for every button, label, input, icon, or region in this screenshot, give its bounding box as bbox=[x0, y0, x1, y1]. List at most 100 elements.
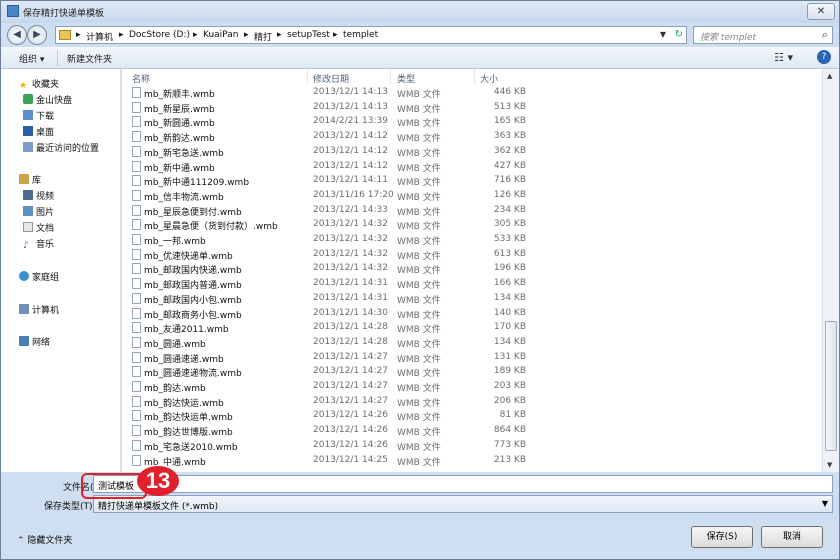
file-icon bbox=[132, 439, 141, 451]
file-row[interactable]: mb_邮政国内普通.wmb 2013/12/1 14:31 WMB 文件 166 KB bbox=[122, 277, 822, 292]
sidebar-favorites[interactable]: ★ 收藏夹 bbox=[19, 77, 59, 91]
cancel-button[interactable]: 取消 bbox=[761, 526, 823, 548]
file-row[interactable]: mb_圆通速递.wmb 2013/12/1 14:27 WMB 文件 131 KB bbox=[122, 351, 822, 366]
column-header-type[interactable]: 类型 bbox=[397, 72, 415, 85]
breadcrumb-setuptest[interactable]: setupTest bbox=[287, 30, 330, 40]
hide-folders-toggle[interactable]: ⌃ 隐藏文件夹 bbox=[17, 533, 72, 546]
sidebar-library[interactable]: 库 bbox=[19, 173, 41, 186]
organize-button[interactable]: 组织 ▾ bbox=[19, 52, 44, 65]
computer-icon bbox=[19, 304, 29, 314]
file-size: 234 KB bbox=[493, 204, 526, 215]
sidebar-item-desktop[interactable]: 桌面 bbox=[23, 125, 54, 138]
column-header-size[interactable]: 大小 bbox=[480, 72, 498, 85]
sidebar-computer[interactable]: 计算机 bbox=[19, 303, 59, 316]
file-row[interactable]: mb_中通.wmb 2013/12/1 14:25 WMB 文件 213 KB bbox=[122, 454, 822, 469]
breadcrumb-computer[interactable]: 计算机 bbox=[86, 30, 113, 43]
file-row[interactable]: mb_邮政国内小包.wmb 2013/12/1 14:31 WMB 文件 134 KB bbox=[122, 292, 822, 307]
document-icon bbox=[23, 222, 33, 232]
file-row[interactable]: mb_新顺丰.wmb 2013/12/1 14:13 WMB 文件 446 KB bbox=[122, 86, 822, 101]
file-row[interactable]: mb_新星辰.wmb 2013/12/1 14:13 WMB 文件 513 KB bbox=[122, 101, 822, 116]
file-row[interactable]: mb_韵达.wmb 2013/12/1 14:27 WMB 文件 203 KB bbox=[122, 380, 822, 395]
breadcrumb-docstore[interactable]: DocStore (D:) bbox=[129, 30, 190, 40]
file-date: 2013/12/1 14:11 bbox=[313, 175, 388, 186]
breadcrumb-templet[interactable]: templet bbox=[343, 30, 378, 40]
address-bar[interactable]: ▸ 计算机 ▸ DocStore (D:) ▸ KuaiPan ▸ 精打 ▸ s… bbox=[55, 26, 687, 44]
file-row[interactable]: mb_优速快递单.wmb 2013/12/1 14:32 WMB 文件 613 KB bbox=[122, 248, 822, 263]
scroll-down-icon[interactable]: ▼ bbox=[827, 461, 832, 469]
breadcrumb-jingda[interactable]: 精打 bbox=[254, 30, 272, 43]
filename-field[interactable]: 测试模板 bbox=[93, 475, 833, 493]
file-size: 362 KB bbox=[493, 145, 526, 156]
file-type: WMB 文件 bbox=[397, 192, 441, 203]
file-icon bbox=[132, 248, 141, 260]
breadcrumb-separator-icon: ▸ bbox=[119, 30, 124, 40]
column-divider[interactable] bbox=[390, 69, 391, 85]
file-date: 2013/12/1 14:27 bbox=[313, 366, 388, 377]
file-row[interactable]: mb_星晨急便（货到付款）.wmb 2013/12/1 14:32 WMB 文件 30… bbox=[122, 218, 822, 233]
sidebar-item-videos[interactable]: 视频 bbox=[23, 189, 54, 202]
file-size: 140 KB bbox=[493, 307, 526, 318]
refresh-icon[interactable]: ↻ bbox=[675, 29, 683, 40]
file-date: 2013/12/1 14:26 bbox=[313, 439, 388, 450]
navigation-bar: ◀ ▶ ▸ 计算机 ▸ DocStore (D:) ▸ KuaiPan ▸ 精打… bbox=[1, 23, 839, 47]
column-divider[interactable] bbox=[474, 69, 475, 85]
file-icon bbox=[132, 292, 141, 304]
column-divider[interactable] bbox=[307, 69, 308, 85]
new-folder-button[interactable]: 新建文件夹 bbox=[67, 52, 112, 65]
scroll-thumb[interactable] bbox=[825, 321, 837, 451]
file-date: 2013/12/1 14:12 bbox=[313, 131, 388, 142]
column-header-date[interactable]: 修改日期 bbox=[313, 72, 349, 85]
file-row[interactable]: mb_韵达世博版.wmb 2013/12/1 14:26 WMB 文件 864 KB bbox=[122, 424, 822, 439]
sidebar-item-documents[interactable]: 文档 bbox=[23, 221, 54, 234]
chevron-down-icon[interactable]: ▼ bbox=[660, 30, 666, 39]
file-row[interactable]: mb_邮政商务小包.wmb 2013/12/1 14:30 WMB 文件 140 KB bbox=[122, 307, 822, 322]
sidebar-item-pictures[interactable]: 图片 bbox=[23, 205, 54, 218]
file-row[interactable]: mb_信丰物流.wmb 2013/11/16 17:20 WMB 文件 126 KB bbox=[122, 189, 822, 204]
sidebar-item-music[interactable]: ♪ 音乐 bbox=[23, 237, 54, 251]
search-icon[interactable]: ⌕ bbox=[822, 28, 828, 42]
file-row[interactable]: mb_友通2011.wmb 2013/12/1 14:28 WMB 文件 170 KB bbox=[122, 321, 822, 336]
file-type: WMB 文件 bbox=[397, 163, 441, 174]
star-icon: ★ bbox=[19, 81, 28, 91]
file-row[interactable]: mb_圆通.wmb 2013/12/1 14:28 WMB 文件 134 KB bbox=[122, 336, 822, 351]
file-date: 2013/12/1 14:12 bbox=[313, 160, 388, 171]
column-header-name[interactable]: 名称 bbox=[132, 72, 150, 85]
back-button[interactable]: ◀ bbox=[7, 25, 27, 45]
vertical-scrollbar[interactable]: ▲ ▼ bbox=[822, 69, 839, 472]
file-row[interactable]: mb_星辰急便到付.wmb 2013/12/1 14:33 WMB 文件 234 KB bbox=[122, 204, 822, 219]
file-row[interactable]: mb_一邦.wmb 2013/12/1 14:32 WMB 文件 533 KB bbox=[122, 233, 822, 248]
file-row[interactable]: mb_韵达快运单.wmb 2013/12/1 14:26 WMB 文件 81 KB bbox=[122, 409, 822, 424]
view-options-icon[interactable]: ☷ ▾ bbox=[774, 51, 793, 64]
file-size: 363 KB bbox=[493, 131, 526, 142]
file-size: 134 KB bbox=[493, 336, 526, 347]
sidebar-homegroup[interactable]: 家庭组 bbox=[19, 270, 59, 283]
file-row[interactable]: mb_邮政国内快递.wmb 2013/12/1 14:32 WMB 文件 196 KB bbox=[122, 262, 822, 277]
file-row[interactable]: mb_韵达快运.wmb 2013/12/1 14:27 WMB 文件 206 KB bbox=[122, 395, 822, 410]
sidebar-item-downloads[interactable]: 下载 bbox=[23, 109, 54, 122]
filetype-select[interactable]: 精打快递单模板文件 (*.wmb) ▼ bbox=[93, 495, 833, 513]
file-row[interactable]: mb_新韵达.wmb 2013/12/1 14:12 WMB 文件 363 KB bbox=[122, 130, 822, 145]
file-date: 2013/12/1 14:30 bbox=[313, 307, 388, 318]
file-icon bbox=[132, 425, 141, 437]
file-icon bbox=[132, 336, 141, 348]
file-row[interactable]: mb_圆通速递物流.wmb 2013/12/1 14:27 WMB 文件 189 KB bbox=[122, 365, 822, 380]
file-row[interactable]: mb_新中通.wmb 2013/12/1 14:12 WMB 文件 427 KB bbox=[122, 160, 822, 175]
save-button[interactable]: 保存(S) bbox=[691, 526, 753, 548]
sidebar-item-recent[interactable]: 最近访问的位置 bbox=[23, 141, 99, 154]
folder-icon bbox=[59, 30, 71, 40]
sidebar-network[interactable]: 网络 bbox=[19, 335, 50, 348]
forward-button[interactable]: ▶ bbox=[27, 25, 47, 45]
file-date: 2013/12/1 14:13 bbox=[313, 101, 388, 112]
file-row[interactable]: mb_新中通111209.wmb 2013/12/1 14:11 WMB 文件 716… bbox=[122, 174, 822, 189]
close-button[interactable]: ✕ bbox=[807, 3, 835, 20]
file-row[interactable]: mb_新圆通.wmb 2014/2/21 13:39 WMB 文件 165 KB bbox=[122, 115, 822, 130]
file-name: mb_新星辰.wmb bbox=[144, 104, 215, 115]
file-row[interactable]: mb_宅急送2010.wmb 2013/12/1 14:26 WMB 文件 773 K… bbox=[122, 439, 822, 454]
scroll-up-icon[interactable]: ▲ bbox=[827, 72, 832, 80]
file-type: WMB 文件 bbox=[397, 207, 441, 218]
breadcrumb-kuaipan[interactable]: KuaiPan bbox=[203, 30, 238, 40]
search-input[interactable]: 搜索 templet ⌕ bbox=[693, 26, 833, 44]
help-icon[interactable]: ? bbox=[817, 50, 831, 64]
sidebar-item-kuaipan[interactable]: 金山快盘 bbox=[23, 93, 72, 106]
file-row[interactable]: mb_新宅急送.wmb 2013/12/1 14:12 WMB 文件 362 KB bbox=[122, 145, 822, 160]
